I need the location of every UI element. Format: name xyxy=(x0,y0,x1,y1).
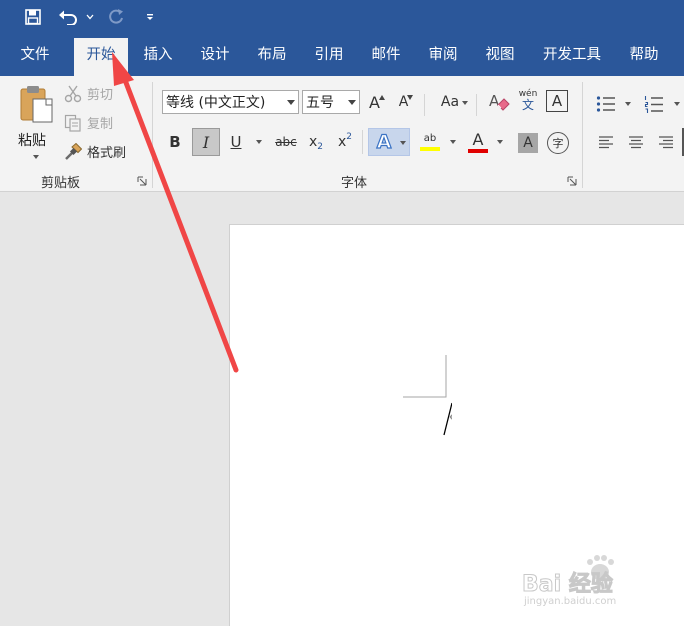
baidu-watermark: Bai 经验 jingyan.baidu.com xyxy=(518,552,678,612)
watermark-logo: Bai 经验 xyxy=(522,572,614,598)
watermark-url: jingyan.baidu.com xyxy=(524,596,617,607)
annotation-arrow xyxy=(112,52,239,373)
